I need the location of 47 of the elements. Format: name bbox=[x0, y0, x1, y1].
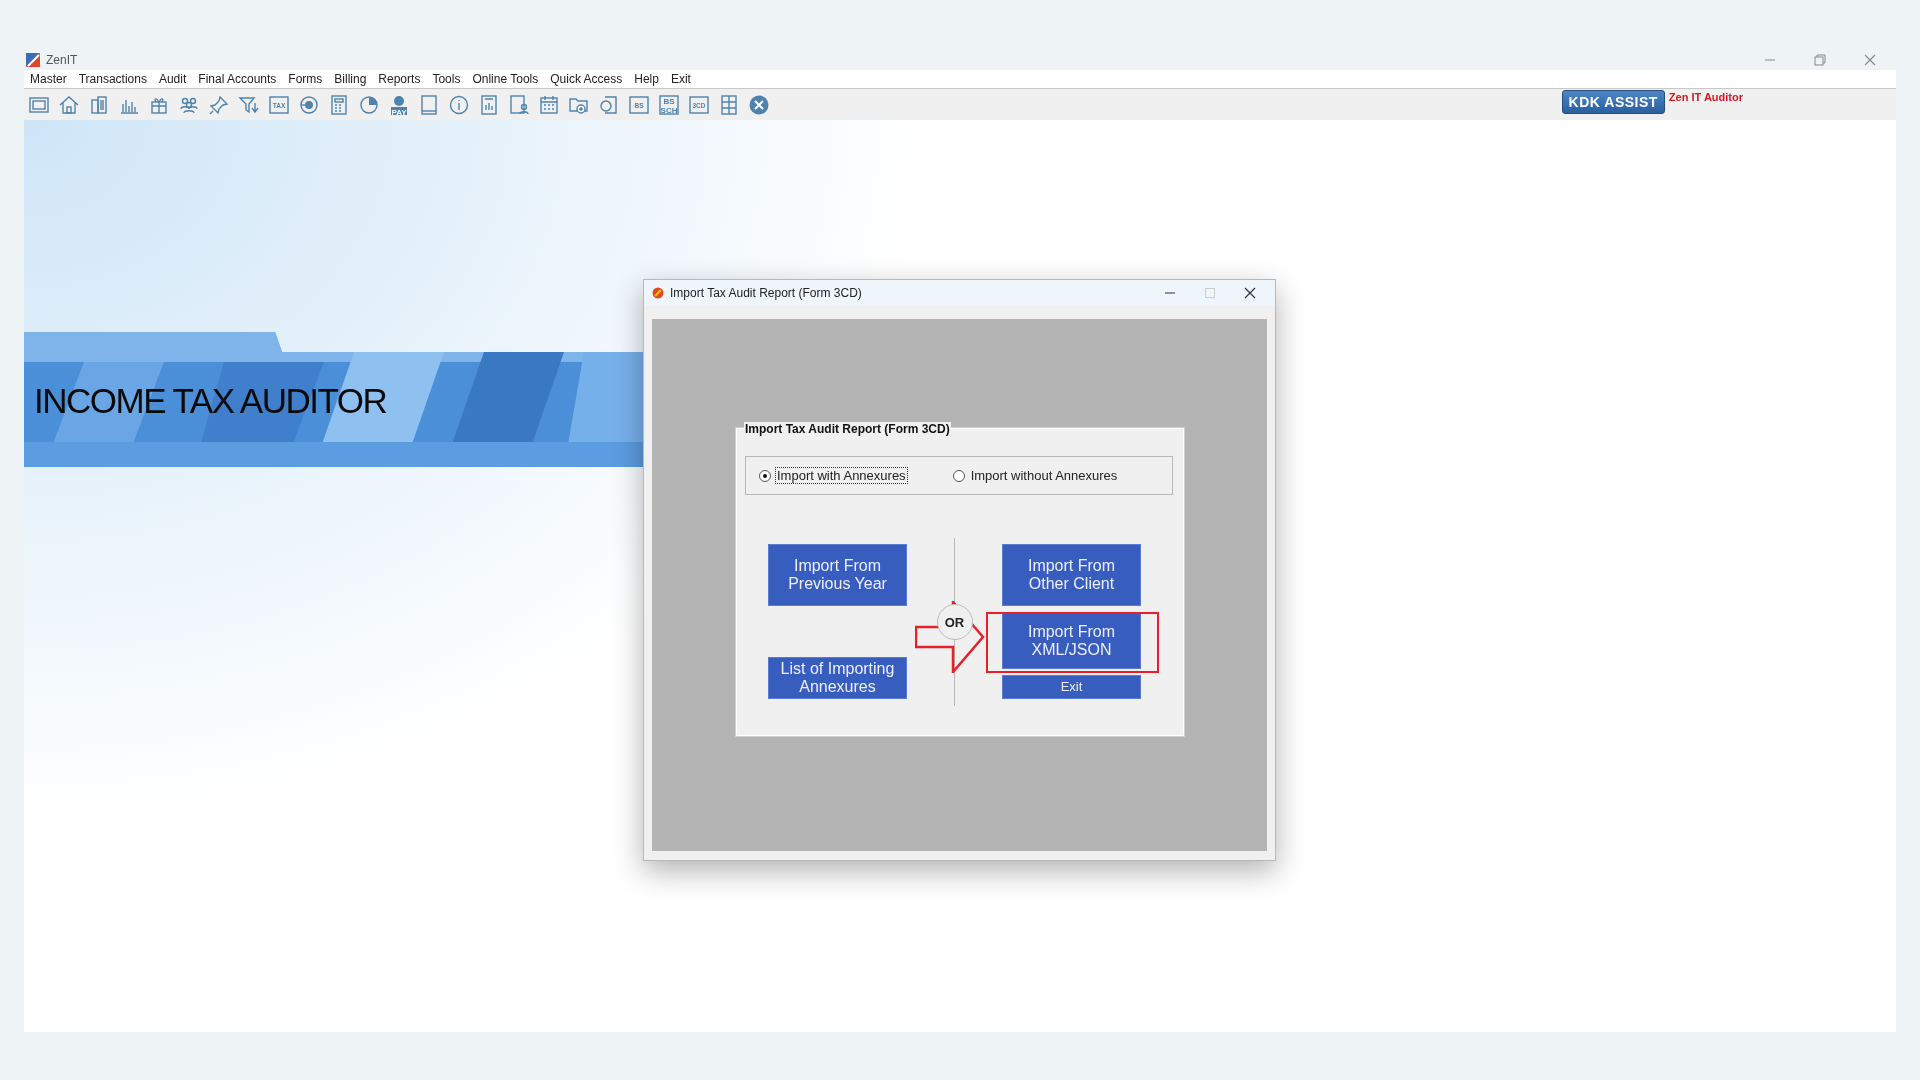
info-icon[interactable] bbox=[448, 93, 470, 116]
dialog-title: Import Tax Audit Report (Form 3CD) bbox=[670, 286, 862, 300]
close-icon[interactable] bbox=[1244, 287, 1256, 299]
menu-item[interactable]: Final Accounts bbox=[198, 72, 277, 86]
menu-item[interactable]: Quick Access bbox=[550, 72, 623, 86]
assist-button[interactable]: KDK ASSIST bbox=[1561, 89, 1665, 114]
action-button[interactable]: Import From Other Client bbox=[1002, 544, 1141, 606]
report-icon[interactable] bbox=[478, 93, 500, 116]
menu-item[interactable]: Exit bbox=[670, 72, 691, 86]
menu-item[interactable]: Billing bbox=[334, 72, 367, 86]
banner-title: INCOME TAX AUDITOR bbox=[34, 381, 387, 421]
action-button[interactable]: Import From Previous Year bbox=[768, 544, 907, 606]
callout-arrow bbox=[915, 601, 985, 673]
building-icon[interactable] bbox=[88, 93, 110, 116]
menu-item[interactable]: Transactions bbox=[78, 72, 147, 86]
table-icon[interactable] bbox=[718, 93, 740, 116]
maximize-icon bbox=[1204, 287, 1216, 299]
group-title: Import Tax Audit Report (Form 3CD) bbox=[744, 422, 951, 436]
pin-icon[interactable] bbox=[208, 93, 230, 116]
user-document-icon[interactable] bbox=[508, 93, 530, 116]
document-icon[interactable] bbox=[598, 93, 620, 116]
menu-item[interactable]: Tools bbox=[432, 72, 461, 86]
action-button[interactable]: Import From XML/JSON bbox=[1002, 612, 1141, 669]
badge-icon[interactable]: BS SCH bbox=[658, 93, 680, 116]
app-logo-icon bbox=[652, 287, 664, 299]
product-name: Zen IT Auditor bbox=[1668, 91, 1743, 103]
disc-icon[interactable] bbox=[298, 93, 320, 116]
app-logo-icon bbox=[26, 53, 40, 67]
menu-item[interactable]: Master bbox=[30, 72, 67, 86]
menu-item[interactable]: Reports bbox=[378, 72, 421, 86]
pie-chart-icon[interactable] bbox=[358, 93, 380, 116]
radio-button[interactable] bbox=[952, 469, 965, 482]
menu-item[interactable]: Online Tools bbox=[472, 72, 539, 86]
action-button[interactable]: List of Importing Annexures bbox=[768, 657, 907, 699]
calculator-icon[interactable] bbox=[328, 93, 350, 116]
menu-item[interactable]: Audit bbox=[158, 72, 187, 86]
restore-icon[interactable] bbox=[1814, 54, 1826, 66]
radio-label[interactable]: Import with Annexures bbox=[775, 467, 908, 484]
radio-button[interactable] bbox=[759, 469, 771, 482]
radio-label[interactable]: Import without Annexures bbox=[968, 467, 1120, 484]
window-title: ZenIT bbox=[46, 53, 78, 67]
action-button[interactable]: Exit bbox=[1002, 675, 1141, 699]
menu-item[interactable]: Forms bbox=[288, 72, 323, 86]
or-label: OR bbox=[936, 604, 973, 640]
menu-item[interactable]: Help bbox=[634, 72, 659, 86]
book-icon[interactable] bbox=[418, 93, 440, 116]
calendar-icon[interactable] bbox=[538, 93, 560, 116]
